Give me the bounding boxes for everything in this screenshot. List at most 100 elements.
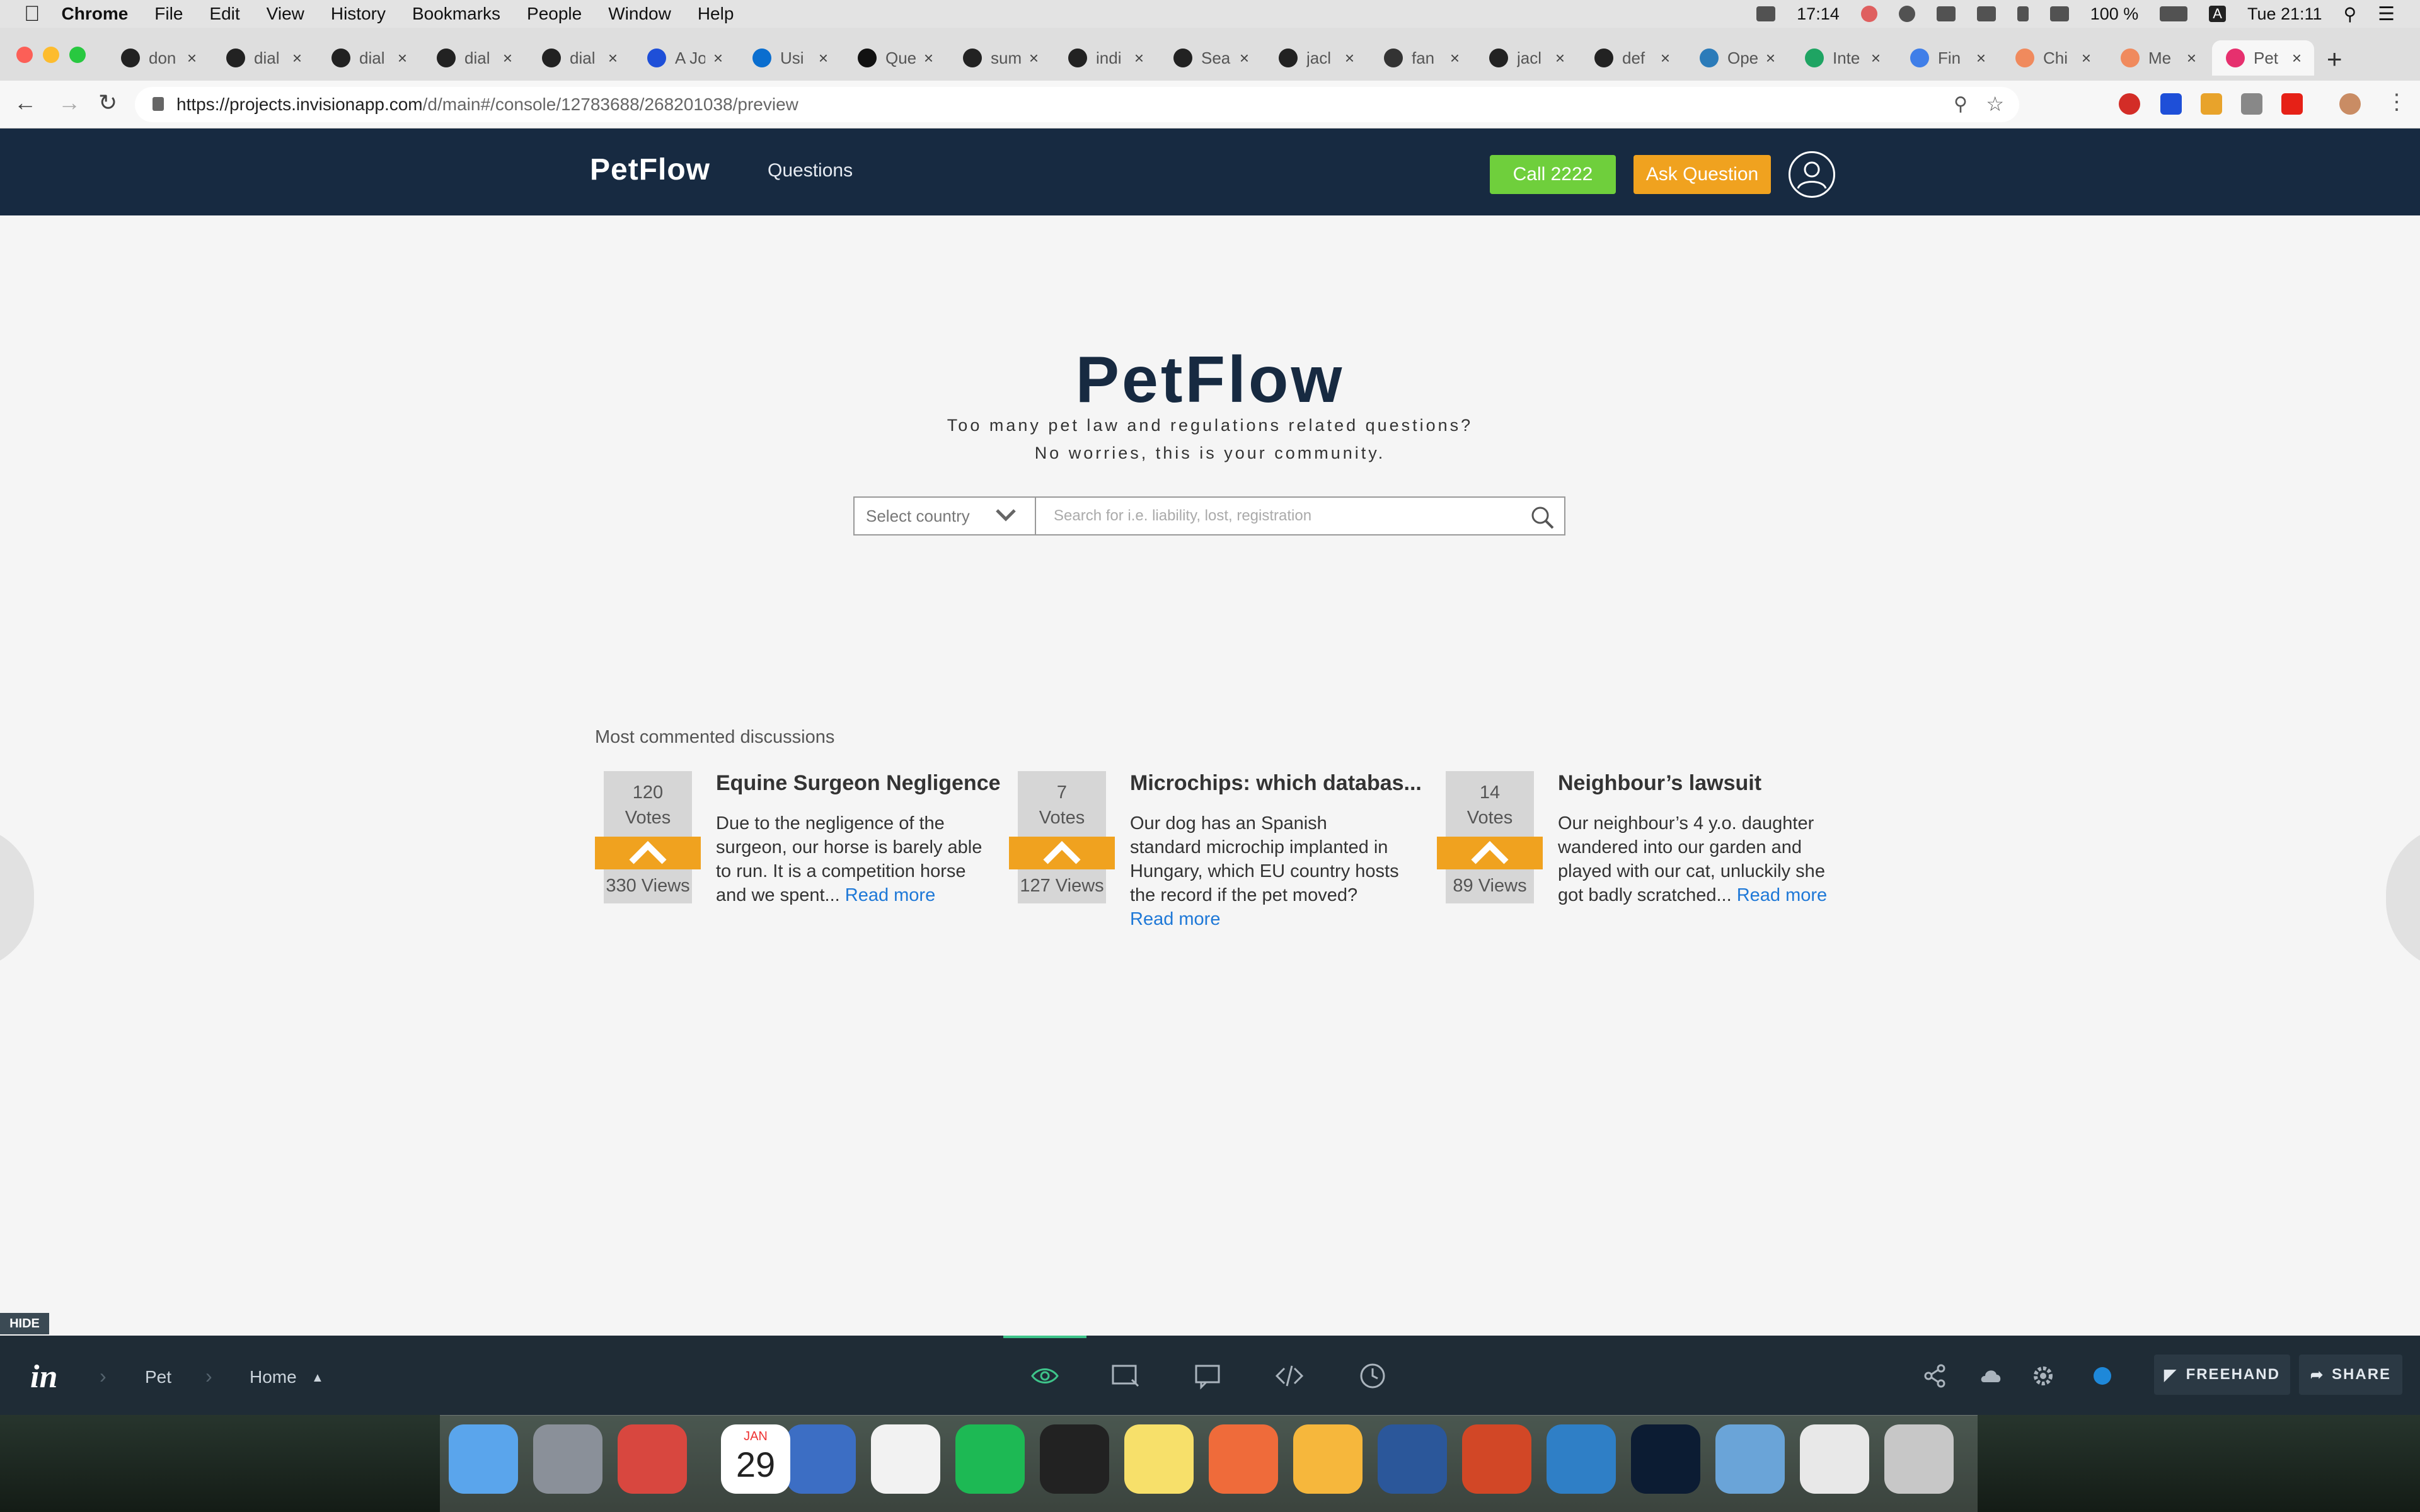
read-more-link[interactable]: Read more xyxy=(1737,885,1827,905)
sketch-icon[interactable] xyxy=(1293,1424,1363,1494)
close-tab-icon[interactable]: × xyxy=(713,49,723,68)
notification-center-icon[interactable]: ☰ xyxy=(2378,3,2395,25)
menu-view[interactable]: View xyxy=(267,4,304,24)
spotify-icon[interactable] xyxy=(955,1424,1025,1494)
apple-menu-icon[interactable]:  xyxy=(24,2,40,26)
finder-icon[interactable] xyxy=(449,1424,518,1494)
close-tab-icon[interactable]: × xyxy=(1661,49,1670,68)
address-bar[interactable]: https://projects.invisionapp.com/d/main#… xyxy=(135,87,2019,122)
powerpoint-icon[interactable] xyxy=(1462,1424,1531,1494)
minimize-window-button[interactable] xyxy=(43,47,59,63)
battery-percent[interactable]: 100 % xyxy=(2090,4,2139,24)
next-screen-arrow[interactable] xyxy=(2386,825,2420,970)
extension-tampermonkey-icon[interactable] xyxy=(2201,93,2222,115)
lock-icon[interactable] xyxy=(153,97,164,111)
search-input[interactable] xyxy=(1036,498,1564,534)
nav-questions-link[interactable]: Questions xyxy=(768,160,853,181)
browser-tab[interactable]: fan × xyxy=(1370,40,1472,76)
extension-camera-icon[interactable] xyxy=(2241,93,2262,115)
forward-button[interactable]: → xyxy=(58,89,81,116)
browser-tab[interactable]: sum × xyxy=(949,40,1051,76)
menu-edit[interactable]: Edit xyxy=(209,4,239,24)
close-tab-icon[interactable]: × xyxy=(1134,49,1144,68)
browser-tab[interactable]: def × xyxy=(1581,40,1683,76)
postman-icon[interactable] xyxy=(1209,1424,1278,1494)
timer-icon[interactable] xyxy=(1860,6,1877,22)
browser-tab[interactable]: Ope × xyxy=(1686,40,1788,76)
browser-tab[interactable]: Sea × xyxy=(1160,40,1262,76)
back-button[interactable]: ← xyxy=(14,89,37,116)
close-tab-icon[interactable]: × xyxy=(924,49,933,68)
chrome-icon[interactable] xyxy=(871,1424,940,1494)
do-not-disturb-icon[interactable] xyxy=(1898,6,1915,22)
browser-tab[interactable]: jacl × xyxy=(1475,40,1577,76)
previous-screen-arrow[interactable] xyxy=(0,825,34,970)
bookmark-star-icon[interactable]: ☆ xyxy=(1986,92,2004,116)
search-icon[interactable] xyxy=(1530,505,1555,534)
new-tab-button[interactable]: + xyxy=(2327,44,2342,74)
browser-tab[interactable]: indi × xyxy=(1054,40,1156,76)
share-button[interactable]: ➦ SHARE xyxy=(2299,1354,2402,1395)
terminal-icon[interactable] xyxy=(1040,1424,1109,1494)
discussion-title[interactable]: Microchips: which databas... xyxy=(1130,771,1458,796)
menu-people[interactable]: People xyxy=(527,4,582,24)
browser-tab[interactable]: Chi × xyxy=(2002,40,2104,76)
upvote-button[interactable] xyxy=(1437,837,1543,869)
airplay-icon[interactable] xyxy=(1936,6,1956,21)
key-icon[interactable]: ⚲ xyxy=(1954,93,1968,115)
menu-file[interactable]: File xyxy=(154,4,183,24)
document-icon[interactable] xyxy=(1800,1424,1869,1494)
browser-tab[interactable]: Usi × xyxy=(739,40,841,76)
battery-icon[interactable] xyxy=(2160,6,2188,21)
wifi-icon[interactable] xyxy=(1976,6,1996,21)
close-window-button[interactable] xyxy=(16,47,33,63)
close-tab-icon[interactable]: × xyxy=(2292,49,2302,68)
spotlight-icon[interactable]: ⚲ xyxy=(2344,4,2357,25)
browser-tab[interactable]: Inte × xyxy=(1791,40,1893,76)
country-select[interactable]: Select country xyxy=(855,498,1036,534)
inspect-code-icon[interactable] xyxy=(1274,1361,1305,1391)
launchpad-icon[interactable] xyxy=(533,1424,602,1494)
close-tab-icon[interactable]: × xyxy=(503,49,512,68)
wunderlist-icon[interactable] xyxy=(618,1424,687,1494)
word-icon[interactable] xyxy=(1378,1424,1447,1494)
bluetooth-icon[interactable] xyxy=(2017,6,2029,21)
close-tab-icon[interactable]: × xyxy=(2082,49,2091,68)
close-tab-icon[interactable]: × xyxy=(1766,49,1775,68)
extension-lastpass-icon[interactable] xyxy=(2119,93,2140,115)
build-mode-icon[interactable] xyxy=(1110,1361,1141,1391)
trash-icon[interactable] xyxy=(1884,1424,1954,1494)
menu-help[interactable]: Help xyxy=(698,4,734,24)
browser-tab[interactable]: Me × xyxy=(2107,40,2209,76)
discussion-title[interactable]: Equine Surgeon Negligence xyxy=(716,771,1044,796)
timer-text[interactable]: 17:14 xyxy=(1797,4,1840,24)
photoshop-icon[interactable] xyxy=(1631,1424,1700,1494)
profile-avatar[interactable] xyxy=(2339,93,2361,115)
browser-tab[interactable]: dial × xyxy=(318,40,420,76)
upvote-button[interactable] xyxy=(1009,837,1115,869)
read-more-link[interactable]: Read more xyxy=(845,885,935,905)
input-source[interactable]: A xyxy=(2209,6,2226,22)
browser-tab[interactable]: jacl × xyxy=(1265,40,1367,76)
browser-tab[interactable]: Que × xyxy=(844,40,946,76)
menu-window[interactable]: Window xyxy=(608,4,671,24)
vscode-icon[interactable] xyxy=(1547,1424,1616,1494)
site-logo[interactable]: PetFlow xyxy=(590,152,710,187)
browser-tab[interactable]: dial × xyxy=(212,40,314,76)
extension-bookmark-icon[interactable] xyxy=(2160,93,2182,115)
discussion-title[interactable]: Neighbour’s lawsuit xyxy=(1558,771,1886,796)
invision-logo[interactable]: in xyxy=(30,1358,57,1395)
user-account-icon[interactable] xyxy=(1789,151,1835,198)
browser-tab[interactable]: dial × xyxy=(528,40,630,76)
close-tab-icon[interactable]: × xyxy=(1345,49,1354,68)
close-tab-icon[interactable]: × xyxy=(1976,49,1986,68)
share-network-icon[interactable] xyxy=(1922,1363,1947,1389)
user-presence-avatar[interactable] xyxy=(2090,1363,2115,1389)
settings-gear-icon[interactable] xyxy=(2031,1363,2056,1389)
menu-bookmarks[interactable]: Bookmarks xyxy=(412,4,500,24)
close-tab-icon[interactable]: × xyxy=(2187,49,2196,68)
close-tab-icon[interactable]: × xyxy=(292,49,302,68)
breadcrumb-project[interactable]: Pet xyxy=(145,1367,171,1387)
close-tab-icon[interactable]: × xyxy=(398,49,407,68)
close-tab-icon[interactable]: × xyxy=(819,49,828,68)
